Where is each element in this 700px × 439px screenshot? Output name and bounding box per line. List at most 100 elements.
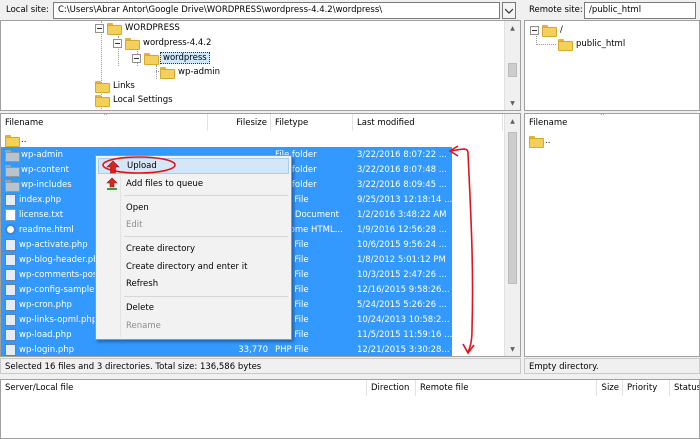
tree-item-label: public_html: [576, 39, 626, 49]
tree-item-root[interactable]: /: [530, 23, 565, 37]
folder-icon: [558, 39, 573, 51]
collapse-toggle[interactable]: [530, 25, 539, 35]
list-item[interactable]: ..: [525, 133, 699, 148]
column-header-filename[interactable]: Filename ^: [525, 114, 699, 131]
tree-item-wordpress-4-4-2[interactable]: wordpress-4.4.2: [113, 36, 213, 50]
local-site-dropdown-button[interactable]: [502, 2, 516, 19]
cell-text: 11/5/2015 11:59:16 ...: [357, 329, 452, 340]
cell-modified: 12/21/2015 3:30:28...: [353, 342, 452, 356]
sort-ascending-icon: ^: [600, 114, 606, 120]
scroll-down-arrow[interactable]: ▼: [505, 96, 520, 110]
cell-text: 3/22/2016 8:07:22 ...: [357, 149, 447, 160]
menu-item-delete[interactable]: Delete: [98, 300, 289, 316]
column-header-status[interactable]: Status: [670, 380, 699, 396]
menu-item-create-directory[interactable]: Create directory: [98, 241, 289, 257]
cell-text: 33,770: [238, 344, 268, 355]
cell-modified: 9/25/2013 12:18:14 ...: [353, 192, 452, 207]
local-site-path-input[interactable]: C:\Users\Abrar Antor\Google Drive\WORDPR…: [53, 2, 500, 19]
local-directory-tree[interactable]: WORDPRESS wordpress-4.4.2 wordpress wp-a…: [0, 20, 521, 111]
cell-modified: 12/16/2015 9:58:26...: [353, 282, 452, 297]
local-list-scrollbar[interactable]: ▲ ▼: [504, 114, 520, 356]
column-header-direction[interactable]: Direction: [367, 380, 416, 396]
folder-icon: [107, 23, 122, 35]
menu-item-label: Create directory and enter it: [126, 262, 248, 272]
text-file-icon: [5, 208, 16, 221]
cell-type: [271, 132, 353, 147]
tree-item-wp-admin[interactable]: wp-admin: [160, 65, 222, 79]
column-header-filetype[interactable]: Filetype: [271, 114, 353, 131]
menu-item-refresh[interactable]: Refresh: [98, 276, 289, 292]
cell-modified: 1/9/2016 12:56:28 ...: [353, 222, 452, 237]
collapse-toggle[interactable]: [132, 53, 141, 63]
menu-item-edit: Edit: [98, 217, 289, 233]
tree-item-label: WORDPRESS: [125, 23, 180, 33]
table-row[interactable]: ..: [1, 132, 504, 147]
tree-item-local-settings[interactable]: Local Settings: [95, 93, 175, 107]
cell-text: 1/2/2016 3:48:22 AM: [357, 209, 447, 220]
tree-item-label: wordpress-4.4.2: [143, 38, 212, 48]
cell-text: index.php: [19, 194, 62, 205]
remote-file-list[interactable]: Filename ^ ..: [524, 113, 700, 357]
cell-text: 12/16/2015 9:58:26...: [357, 284, 450, 295]
scroll-up-arrow[interactable]: ▲: [505, 114, 520, 128]
cell-size: [208, 132, 271, 147]
column-header-label: Filesize: [236, 117, 267, 128]
menu-item-create-directory-and-enter[interactable]: Create directory and enter it: [98, 259, 289, 275]
cell-text: 1/8/2012 5:01:12 PM: [357, 254, 446, 265]
column-header-filename[interactable]: Filename ^: [1, 114, 208, 131]
collapse-toggle[interactable]: [95, 23, 104, 33]
tree-item-label: Local Settings: [113, 95, 173, 105]
scroll-down-arrow[interactable]: ▼: [505, 342, 520, 356]
cell-text: readme.html: [19, 224, 74, 235]
column-header-remote-file[interactable]: Remote file: [416, 380, 597, 396]
transfer-queue[interactable]: Server/Local file Direction Remote file …: [0, 379, 700, 439]
cell-modified: 3/22/2016 8:07:22 ...: [353, 147, 452, 162]
column-header-label: Size: [601, 383, 619, 393]
menu-item-label: Delete: [126, 303, 154, 313]
cell-modified: 11/5/2015 11:59:16 ...: [353, 327, 452, 342]
table-row[interactable]: wp-login.php 33,770 PHP File 12/21/2015 3:3…: [1, 342, 504, 356]
tree-item-label: /: [560, 25, 563, 35]
folder-shortcut-icon: [95, 81, 110, 93]
menu-item-upload[interactable]: Upload: [98, 158, 289, 174]
remote-site-path-input[interactable]: /public_html: [584, 2, 696, 19]
menu-item-add-files-to-queue[interactable]: Add files to queue: [98, 176, 289, 192]
cell-text: ..: [21, 134, 27, 145]
menu-item-label: Edit: [126, 220, 143, 230]
sort-ascending-icon: ^: [103, 114, 109, 120]
cell-text: wp-blog-header.php: [19, 254, 104, 265]
cell-text: wp-content: [21, 164, 69, 175]
column-header-last-modified[interactable]: Last modified: [353, 114, 503, 131]
menu-item-label: Open: [126, 203, 149, 213]
menu-item-rename: Rename: [98, 318, 289, 334]
folder-icon: [5, 164, 20, 177]
column-header-filesize[interactable]: Filesize: [208, 114, 271, 131]
collapse-toggle[interactable]: [113, 38, 122, 48]
tree-item-wordpress[interactable]: wordpress: [132, 51, 210, 65]
tree-item-public-html[interactable]: public_html: [558, 37, 627, 51]
folder-icon: [160, 67, 175, 79]
php-file-icon: [5, 313, 16, 326]
cell-type: PHP File: [271, 342, 353, 356]
column-header-priority[interactable]: Priority: [623, 380, 670, 396]
cell-text: 10/6/2015 9:56:24 ...: [357, 239, 447, 250]
remote-directory-tree[interactable]: / public_html: [524, 20, 700, 111]
local-tree-scrollbar[interactable]: ▲ ▼: [504, 21, 520, 110]
remote-site-label: Remote site:: [529, 5, 583, 15]
php-file-icon: [5, 268, 16, 281]
scroll-thumb[interactable]: [508, 132, 517, 284]
column-header-size[interactable]: Size: [597, 380, 623, 396]
tree-item-links[interactable]: Links: [95, 79, 137, 93]
cell-text: PHP File: [275, 344, 309, 355]
scroll-thumb[interactable]: [508, 63, 517, 77]
menu-item-open[interactable]: Open: [98, 200, 289, 216]
cell-text: 1/9/2016 12:56:28 ...: [357, 224, 447, 235]
folder-icon: [5, 134, 20, 147]
cell-text: wp-activate.php: [19, 239, 88, 250]
file-name: ..: [545, 135, 551, 146]
scroll-up-arrow[interactable]: ▲: [505, 21, 520, 35]
tree-item-wordpress-root[interactable]: WORDPRESS: [95, 21, 182, 35]
cell-modified: 10/3/2015 2:47:26 ...: [353, 267, 452, 282]
context-menu[interactable]: Upload Add files to queue Open Edit Crea…: [95, 155, 292, 340]
column-header-server-local-file[interactable]: Server/Local file: [1, 380, 367, 396]
